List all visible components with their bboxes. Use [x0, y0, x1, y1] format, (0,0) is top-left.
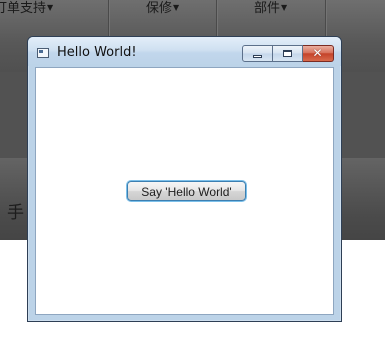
minimize-icon: [253, 55, 262, 58]
chevron-down-icon: ▼: [281, 3, 288, 12]
nav-item-order-support[interactable]: 订单支持▼: [0, 0, 53, 19]
chevron-down-icon: ▼: [47, 3, 54, 12]
chevron-down-icon: ▼: [173, 3, 180, 12]
nav-item-label: 订单支持: [0, 1, 47, 16]
close-button[interactable]: ✕: [303, 45, 334, 62]
nav-item-warranty[interactable]: 保修▼: [146, 0, 179, 19]
maximize-icon: [283, 50, 292, 57]
nav-item-label: 部件: [254, 1, 281, 16]
say-hello-button[interactable]: Say 'Hello World': [127, 181, 246, 201]
window-content: Say 'Hello World': [35, 67, 334, 315]
close-icon: ✕: [312, 46, 323, 60]
maximize-button[interactable]: [273, 45, 303, 62]
window-titlebar[interactable]: Hello World! ✕: [28, 37, 341, 66]
nav-item-parts[interactable]: 部件▼: [254, 0, 287, 19]
minimize-button[interactable]: [242, 45, 273, 62]
app-window-icon: [37, 48, 49, 58]
nav-item-label: 保修: [146, 1, 173, 16]
caption-buttons: ✕: [242, 45, 334, 62]
window-title: Hello World!: [57, 45, 137, 60]
hello-world-window: Hello World! ✕ Say 'Hello World': [27, 36, 342, 322]
background-lower-text: 手: [7, 203, 24, 223]
